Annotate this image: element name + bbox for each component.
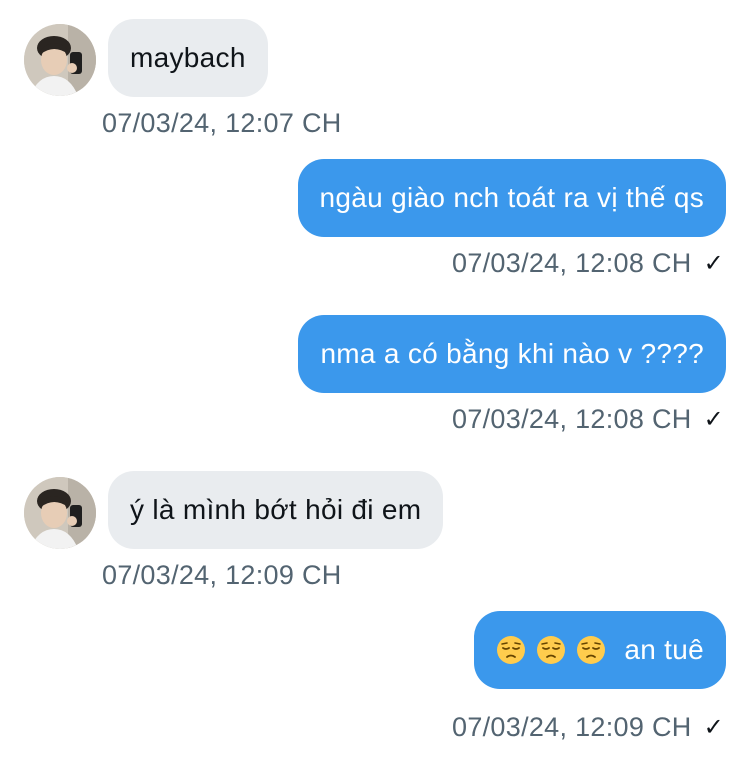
pensive-face-icon [536, 635, 566, 665]
sender-avatar[interactable] [24, 24, 96, 96]
checkmark-icon: ✓ [703, 714, 724, 741]
message-timestamp: 07/03/24, 12:08 CH ✓ [452, 248, 724, 279]
sender-avatar[interactable] [24, 477, 96, 549]
message-timestamp: 07/03/24, 12:08 CH ✓ [452, 404, 724, 435]
message-text: maybach [130, 42, 246, 73]
avatar-photo-icon [24, 477, 96, 549]
pensive-face-icon [496, 635, 526, 665]
message-text: ý là mình bớt hỏi đi em [130, 494, 422, 525]
timestamp-text: 07/03/24, 12:09 CH [452, 712, 692, 742]
timestamp-text: 07/03/24, 12:08 CH [452, 248, 692, 278]
pensive-face-icon [576, 635, 606, 665]
message-text: ngàu giào nch toát ra vị thế qs [319, 182, 704, 213]
message-bubble-incoming[interactable]: maybach [108, 19, 268, 97]
message-timestamp: 07/03/24, 12:09 CH [102, 560, 342, 591]
timestamp-text: 07/03/24, 12:08 CH [452, 404, 692, 434]
message-bubble-incoming[interactable]: ý là mình bớt hỏi đi em [108, 471, 444, 549]
checkmark-icon: ✓ [703, 250, 724, 277]
message-text: an tuê [624, 634, 704, 665]
message-timestamp: 07/03/24, 12:07 CH [102, 108, 342, 139]
timestamp-text: 07/03/24, 12:09 CH [102, 560, 342, 590]
message-timestamp: 07/03/24, 12:09 CH ✓ [452, 712, 724, 743]
avatar-photo-icon [24, 24, 96, 96]
message-text: nma a có bằng khi nào v ???? [320, 338, 704, 369]
message-bubble-outgoing[interactable]: an tuê [474, 611, 726, 689]
timestamp-text: 07/03/24, 12:07 CH [102, 108, 342, 138]
checkmark-icon: ✓ [703, 406, 724, 433]
message-bubble-outgoing[interactable]: nma a có bằng khi nào v ???? [298, 315, 726, 393]
message-bubble-outgoing[interactable]: ngàu giào nch toát ra vị thế qs [297, 159, 726, 237]
